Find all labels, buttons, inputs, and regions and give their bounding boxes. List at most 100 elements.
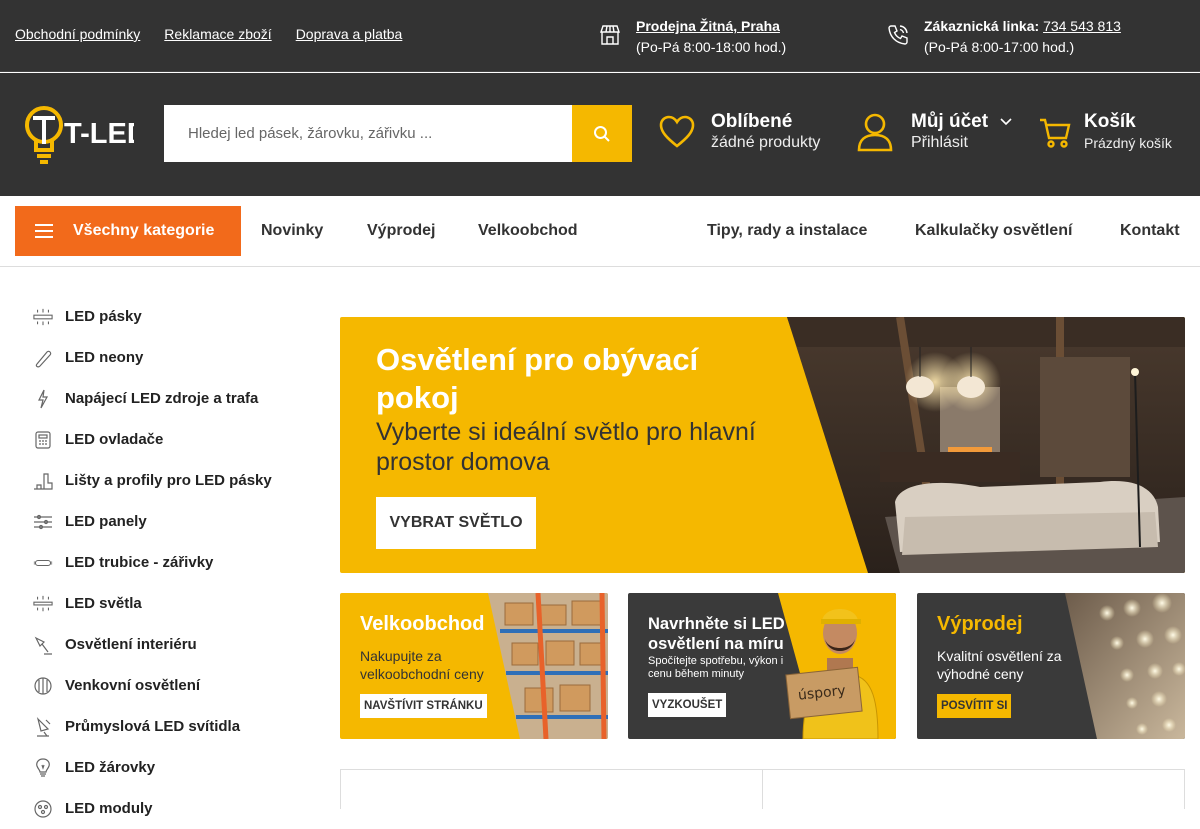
industrial-icon [36,716,51,737]
store-info: Prodejna Žitná, Praha (Po-Pá 8:00-18:00 … [598,16,786,58]
sidebar-item-led-pasky[interactable]: LED pásky [33,296,313,337]
logo-text: T-LED [64,118,134,150]
cart-icon [1040,118,1071,148]
sidebar-item-listy[interactable]: Lišty a profily pro LED pásky [33,460,313,501]
header: T-LED Oblíbené žádné produkty Můj účet P… [0,73,1200,196]
tube-icon [33,559,53,566]
sidebar-item-label: LED ovladače [65,431,164,448]
hero-banner[interactable]: Osvětlení pro obývací pokoj Vyberte si i… [340,317,1185,573]
all-categories-button[interactable]: Všechny kategorie [15,206,241,256]
content-box-left [340,769,763,809]
heart-icon [659,115,695,148]
lamp-icon [34,636,52,655]
search-icon [594,125,610,142]
menu-icon [35,224,53,238]
module-icon [34,799,52,818]
outdoor-icon [34,676,52,695]
sidebar-item-zarovky[interactable]: LED žárovky [33,747,313,788]
phone-info: Zákaznická linka: 734 543 813 (Po-Pá 8:0… [886,16,1121,58]
design-text: Spočítejte spotřebu, výkon i cenu během … [648,655,784,680]
top-links: Obchodní podmínky Reklamace zboží Doprav… [15,26,402,42]
sidebar-item-label: LED neony [65,349,144,366]
top-bar: Obchodní podmínky Reklamace zboží Doprav… [0,0,1200,72]
try-button[interactable]: VYZKOUŠET [648,693,727,717]
store-icon [600,25,620,45]
main-nav: Všechny kategorie Novinky Výprodej Velko… [0,196,1200,267]
wholesale-text: Nakupujte za velkoobchodní ceny [360,648,484,682]
sidebar-item-prumyslova[interactable]: Průmyslová LED svítidla [33,706,313,747]
nav-novinky[interactable]: Novinky [261,222,323,240]
sidebar-item-interier[interactable]: Osvětlení interiéru [33,624,313,665]
ceiling-light-icon [33,595,53,611]
terms-link[interactable]: Obchodní podmínky [15,26,140,42]
sidebar-item-label: LED trubice - zářivky [65,554,214,571]
cart-sub: Prázdný košík [1084,135,1172,151]
search-bar [164,105,632,162]
sidebar-item-label: LED pásky [65,308,142,325]
store-link[interactable]: Prodejna Žitná, Praha [636,16,786,37]
account-title: Můj účet [911,111,989,132]
category-sidebar: LED pásky LED neony Napájecí LED zdroje … [33,296,313,829]
shipping-link[interactable]: Doprava a platba [296,26,403,42]
remote-icon [35,430,51,449]
power-icon [38,389,49,408]
sidebar-item-label: Napájecí LED zdroje a trafa [65,390,259,407]
store-hours: (Po-Pá 8:00-18:00 hod.) [636,39,787,55]
account-button[interactable]: Můj účet Přihlásit [856,111,1013,153]
sidebar-item-moduly[interactable]: LED moduly [33,788,313,829]
favorites-sub: žádné produkty [711,134,821,151]
choose-light-button[interactable]: VYBRAT SVĚTLO [376,497,536,549]
favorites-title: Oblíbené [711,111,793,132]
sidebar-item-label: LED moduly [65,800,153,817]
panel-icon [34,514,52,529]
design-title: Navrhněte si LED osvětlení na míru [648,615,785,653]
hero-subtitle: Vyberte si ideální světlo pro hlavní pro… [376,418,756,476]
visit-page-button[interactable]: NAVŠTÍVIT STRÁNKU [360,694,487,718]
sidebar-item-ovladace[interactable]: LED ovladače [33,419,313,460]
sidebar-item-panely[interactable]: LED panely [33,501,313,542]
profile-icon [34,472,53,490]
complaints-link[interactable]: Reklamace zboží [164,26,271,42]
sidebar-item-label: LED panely [65,513,147,530]
search-button[interactable] [572,105,632,162]
sidebar-item-label: Osvětlení interiéru [65,636,197,653]
bulb-icon [36,757,50,777]
hero-title: Osvětlení pro obývací pokoj [376,342,699,415]
shine-button[interactable]: POSVÍTIT SI [937,694,1012,718]
neon-icon [35,350,52,367]
sidebar-item-svetla[interactable]: LED světla [33,583,313,624]
nav-velkoobchod[interactable]: Velkoobchod [478,222,578,240]
sidebar-item-venkovni[interactable]: Venkovní osvětlení [33,665,313,706]
content-box-right [762,769,1185,809]
sidebar-item-label: Průmyslová LED svítidla [65,718,241,735]
sidebar-item-zdroje[interactable]: Napájecí LED zdroje a trafa [33,378,313,419]
design-banner[interactable]: úspory Navrhněte si LED osvětlení na mír… [628,593,896,739]
favorites-button[interactable]: Oblíbené žádné produkty [658,111,820,153]
user-icon [857,113,893,152]
login-link[interactable]: Přihlásit [911,133,1013,153]
cart-button[interactable]: Košík Prázdný košík [1038,111,1172,153]
sidebar-item-led-neony[interactable]: LED neony [33,337,313,378]
phone-hours: (Po-Pá 8:00-17:00 hod.) [924,39,1075,55]
phone-label: Zákaznická linka: [924,18,1040,34]
sale-banner[interactable]: Výprodej Kvalitní osvětlení za výhodné c… [917,593,1185,739]
all-categories-label: Všechny kategorie [73,222,215,239]
wholesale-title: Velkoobchod [360,613,485,635]
phone-icon [888,25,908,45]
sidebar-item-trubice[interactable]: LED trubice - zářivky [33,542,313,583]
search-input[interactable] [164,105,572,162]
sale-text: Kvalitní osvětlení za výhodné ceny [937,648,1062,682]
chevron-down-icon [1000,118,1012,126]
nav-tipy[interactable]: Tipy, rady a instalace [707,222,867,240]
sale-title: Výprodej [937,613,1023,635]
nav-kalkulacky[interactable]: Kalkulačky osvětlení [915,222,1072,240]
tled-logo[interactable]: T-LED [24,103,134,167]
wholesale-banner[interactable]: Velkoobchod Nakupujte za velkoobchodní c… [340,593,608,739]
sidebar-item-label: Venkovní osvětlení [65,677,201,694]
nav-kontakt[interactable]: Kontakt [1120,222,1180,240]
sidebar-item-label: LED světla [65,595,142,612]
phone-number-link[interactable]: 734 543 813 [1043,18,1121,34]
nav-vyprodej[interactable]: Výprodej [367,222,435,240]
led-strip-icon [33,308,53,325]
sidebar-item-label: Lišty a profily pro LED pásky [65,472,272,489]
